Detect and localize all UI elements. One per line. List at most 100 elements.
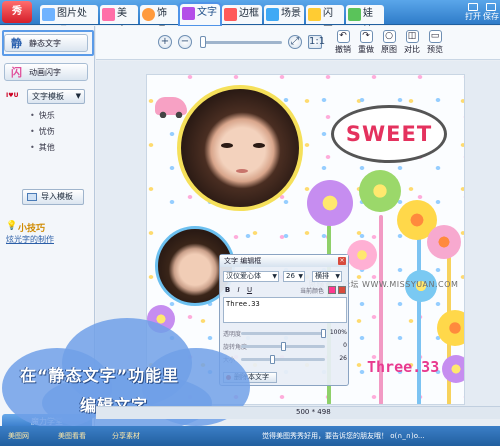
chevron-down-icon: ▼ [75, 92, 81, 100]
fit-screen-button[interactable]: ⤢ [288, 35, 302, 49]
color-picker-button[interactable] [338, 286, 346, 294]
opacity-slider-thumb[interactable] [321, 329, 326, 338]
compare-icon: ◫ [405, 30, 419, 43]
current-color-swatch[interactable] [328, 286, 336, 294]
sweet-text: SWEET [345, 122, 433, 146]
font-select-value: 汉仪爱心体 [226, 272, 261, 280]
italic-button[interactable]: I [234, 286, 243, 295]
chevron-down-icon: ▼ [272, 273, 277, 280]
tab-doll[interactable]: 娃娃 [346, 5, 384, 37]
scene-icon [266, 8, 279, 21]
mouth [236, 169, 248, 173]
canvas-toolbar: + − ⤢ 1:1 ↶ 撤销 ↷ 重做 ○ 原图 ◫ 对比 ▭ 预览 [96, 26, 500, 60]
open-label: 打开 [465, 12, 481, 21]
tips-title: 小技巧 [18, 224, 46, 234]
toy-car-decoration [155, 97, 187, 118]
original-icon: ○ [382, 30, 396, 43]
static-text-label: 静态文字 [29, 39, 61, 48]
bottom-bar: 美图网 美图看看 分享素材 觉得美图秀秀好用，要告诉您的朋友哦！ o(∩_∩)o… [0, 426, 500, 446]
rotation-slider-thumb[interactable] [281, 342, 286, 351]
redo-button[interactable]: ↷ 重做 [355, 30, 377, 55]
flower-green [359, 170, 401, 212]
frame-icon [224, 8, 237, 21]
close-icon[interactable]: × [338, 257, 346, 265]
undo-label: 撤销 [335, 45, 351, 54]
original-label: 原图 [381, 45, 397, 54]
status-bar: 500 * 498 [96, 406, 500, 419]
link-share-materials[interactable]: 分享素材 [112, 431, 140, 441]
tab-label: 文字 [197, 7, 217, 18]
tab-accessories[interactable]: 饰品 [140, 5, 178, 37]
orientation-select[interactable]: 横排 ▼ [312, 271, 342, 282]
link-meitu[interactable]: 美图网 [8, 431, 29, 441]
undo-button[interactable]: ↶ 撤销 [332, 30, 354, 55]
tab-image-processing[interactable]: 图片处理 [40, 5, 98, 37]
added-text-three33[interactable]: Three.33 [367, 358, 439, 376]
template-option-happy[interactable]: 快乐 [30, 110, 55, 121]
bold-button[interactable]: B [223, 286, 232, 295]
image-dimensions: 500 * 498 [296, 408, 331, 416]
size-slider[interactable] [241, 358, 325, 361]
flower-purple [442, 355, 464, 383]
redo-icon: ↷ [359, 30, 373, 43]
compare-label: 对比 [404, 45, 420, 54]
underline-button[interactable]: U [245, 286, 254, 295]
tab-frame[interactable]: 边框 [222, 5, 262, 24]
current-color-label: 当前颜色 [300, 288, 325, 295]
template-dropdown[interactable]: 文字模板 ▼ [27, 89, 85, 104]
bottom-message: 觉得美图秀秀好用，要告诉您的朋友哦！ o(∩_∩)o... [262, 432, 425, 440]
animated-text-label: 动画闪字 [29, 68, 61, 77]
tab-beauty[interactable]: 美容 [100, 5, 138, 37]
template-option-other[interactable]: 其他 [30, 142, 55, 153]
zoom-in-button[interactable]: + [158, 35, 172, 49]
tips-link[interactable]: 炫光字的制作 [6, 234, 54, 245]
caption-line-1: 在“静态文字”功能里 [20, 366, 180, 385]
save-button[interactable]: 保存 [480, 3, 500, 22]
flash-icon [308, 8, 321, 21]
import-icon [27, 193, 37, 201]
flower-yellow [437, 310, 464, 346]
flower-purple [307, 180, 353, 226]
actual-size-button[interactable]: 1:1 [308, 35, 325, 49]
save-label: 保存 [483, 12, 499, 21]
flower-pink [427, 225, 461, 259]
chevron-down-icon: ▼ [335, 273, 340, 280]
flower-stem [379, 215, 383, 404]
font-select[interactable]: 汉仪爱心体 ▼ [223, 271, 279, 282]
static-text-icon: 静 [11, 37, 22, 50]
opacity-value: 100% [329, 329, 347, 336]
link-meitu-viewer[interactable]: 美图看看 [58, 431, 86, 441]
eye-left [221, 143, 233, 148]
heart-icon [142, 8, 155, 21]
animated-text-icon: 闪 [11, 66, 22, 79]
tab-scene[interactable]: 场景 [264, 5, 304, 24]
import-template-button[interactable]: 导入模板 [22, 189, 84, 205]
tab-text[interactable]: 文字 [178, 2, 222, 27]
size-value: 26 [339, 355, 347, 362]
flower-pink [347, 240, 377, 270]
tab-flash[interactable]: 闪图 [306, 5, 344, 37]
zoom-slider-knob[interactable] [200, 36, 206, 48]
doll-icon [348, 8, 361, 21]
size-select-value: 26 [286, 272, 295, 280]
original-button[interactable]: ○ 原图 [378, 30, 400, 55]
text-icon [182, 7, 195, 20]
size-select[interactable]: 26 ▼ [283, 271, 305, 282]
top-tab-bar: 秀 图片处理 美容 饰品 文字 边框 场景 闪图 娃娃 打开 保存 [0, 0, 500, 37]
compare-button[interactable]: ◫ 对比 [401, 30, 423, 55]
animated-text-button[interactable]: 闪 动画闪字 [4, 63, 88, 81]
beauty-icon [102, 8, 115, 21]
undo-icon: ↶ [336, 30, 350, 43]
opacity-slider[interactable] [241, 332, 325, 335]
template-dropdown-label: 文字模板 [32, 92, 64, 101]
static-text-button[interactable]: 静 静态文字 [4, 34, 88, 52]
dialog-title: 文字 编辑框 [220, 255, 348, 267]
rotation-value: 0 [343, 342, 347, 349]
zoom-slider[interactable] [202, 41, 282, 44]
size-slider-thumb[interactable] [270, 355, 275, 364]
template-option-sad[interactable]: 忧伤 [30, 126, 55, 137]
preview-button[interactable]: ▭ 预览 [424, 30, 446, 55]
tab-label: 边框 [239, 8, 259, 19]
preview-label: 预览 [427, 45, 443, 54]
zoom-out-button[interactable]: − [178, 35, 192, 49]
